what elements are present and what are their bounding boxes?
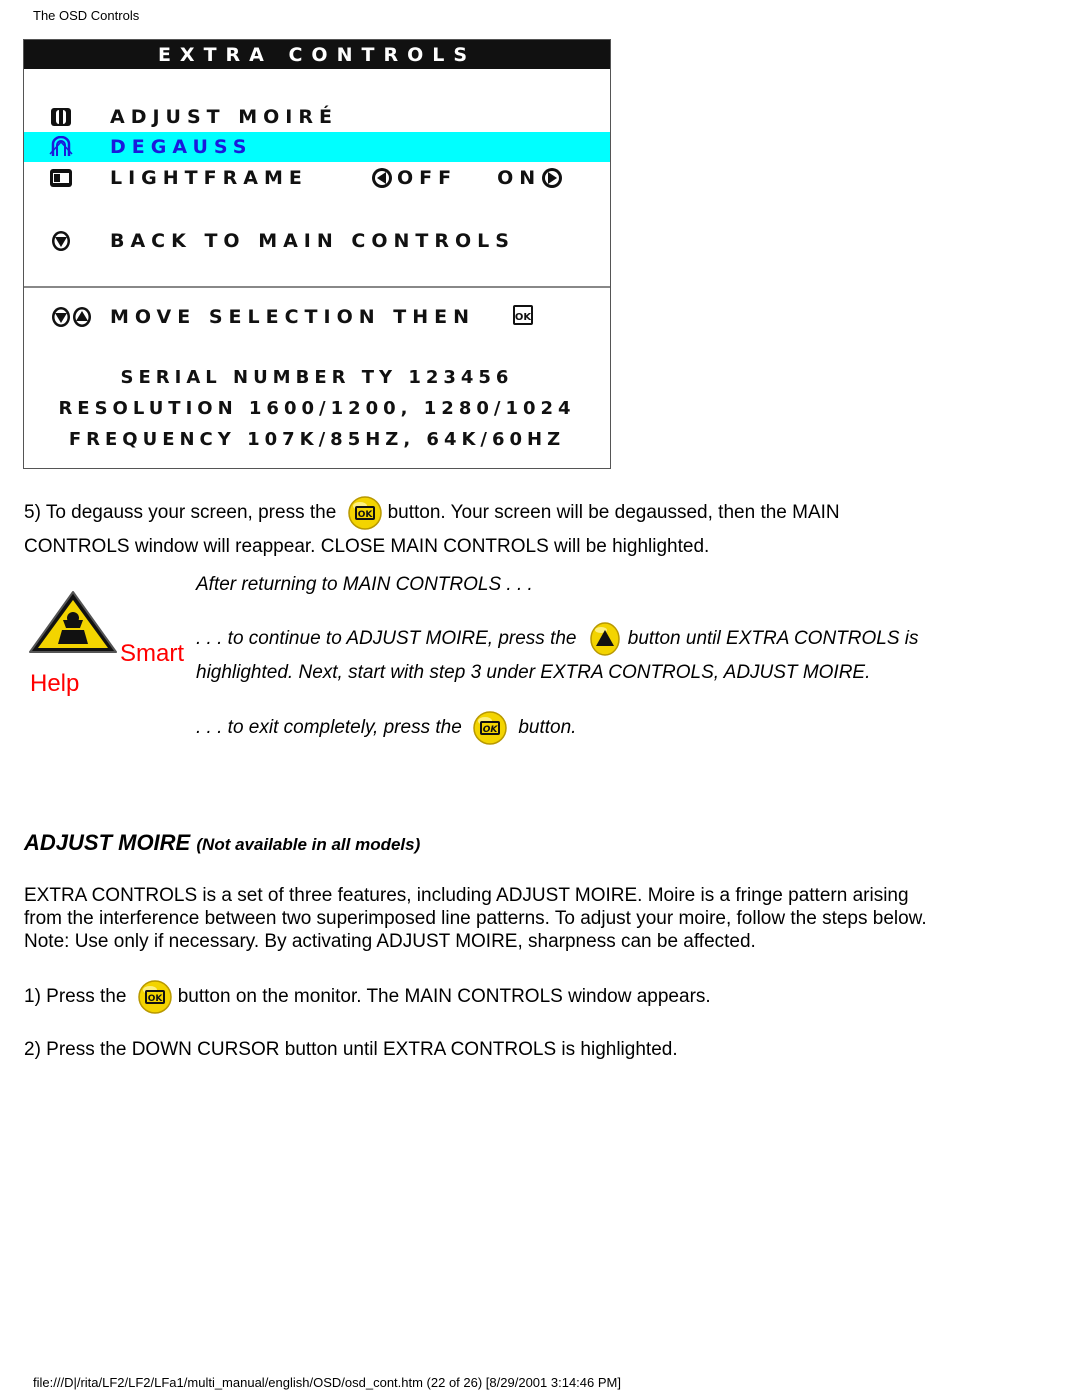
step5-line2: CONTROLS window will reappear. CLOSE MAI…: [24, 536, 710, 557]
down-arrow-button-icon: [49, 230, 73, 252]
osd-item-back-to-main[interactable]: BACK TO MAIN CONTROLS: [24, 226, 610, 256]
right-arrow-button-icon: [542, 168, 563, 188]
page-header-title: The OSD Controls: [33, 8, 140, 23]
section-intro: EXTRA CONTROLS is a set of three feature…: [24, 884, 927, 953]
step1-text-after: button on the monitor. The MAIN CONTROLS…: [177, 986, 711, 1008]
up-arrow-button-icon: [73, 307, 91, 327]
lightframe-toggle[interactable]: OFF ON: [371, 167, 563, 189]
osd-divider: [24, 286, 610, 288]
down-arrow-button-icon: [52, 307, 70, 327]
exit-text-after: button.: [518, 717, 577, 739]
step2-line: 2) Press the DOWN CURSOR button until EX…: [24, 1039, 678, 1060]
continue-line2: highlighted. Next, start with step 3 und…: [196, 662, 871, 683]
osd-hint-row: MOVE SELECTION THEN OK: [24, 302, 610, 332]
after-returning-text: After returning to MAIN CONTROLS . . .: [196, 574, 533, 595]
lightframe-on-label: ON: [497, 167, 542, 189]
ok-button-icon: [137, 980, 172, 1014]
step5-line1: 5) To degauss your screen, press the but…: [24, 496, 840, 530]
continue-text-before: . . . to continue to ADJUST MOIRE, press…: [196, 628, 577, 650]
moire-icon: [49, 106, 73, 128]
osd-item-lightframe[interactable]: LIGHTFRAME OFF ON: [24, 163, 610, 193]
osd-title: EXTRA CONTROLS: [24, 40, 610, 69]
intro-line: Note: Use only if necessary. By activati…: [24, 931, 756, 952]
continue-text-after: button until EXTRA CONTROLS is: [627, 628, 919, 650]
footer-file-path: file:///D|/rita/LF2/LF2/LFa1/multi_manua…: [33, 1375, 621, 1390]
osd-hint-text: MOVE SELECTION THEN: [110, 306, 475, 328]
intro-line: from the interference between two superi…: [24, 908, 927, 929]
osd-item-label: BACK TO MAIN CONTROLS: [110, 230, 515, 252]
section-heading: ADJUST MOIRE (Not available in all model…: [24, 830, 420, 856]
osd-serial-number: SERIAL NUMBER TY 123456: [120, 367, 514, 388]
intro-line: EXTRA CONTROLS is a set of three feature…: [24, 885, 909, 906]
osd-resolution: RESOLUTION 1600/1200, 1280/1024: [58, 398, 576, 419]
lightframe-off-label: OFF: [397, 167, 458, 189]
lightframe-icon: [49, 167, 73, 189]
osd-hint-icons: [51, 306, 92, 328]
smart-help-label-help: Help: [30, 670, 80, 697]
section-subtitle: (Not available in all models): [196, 835, 421, 854]
osd-item-label: LIGHTFRAME: [110, 167, 308, 189]
osd-frequency: FREQUENCY 107K/85HZ, 64K/60HZ: [68, 429, 566, 450]
osd-item-adjust-moire[interactable]: ADJUST MOIRÉ: [24, 102, 610, 132]
smart-help-label-smart: Smart: [120, 640, 185, 667]
exit-line: . . . to exit completely, press the butt…: [196, 711, 576, 745]
osd-item-label: DEGAUSS: [110, 136, 253, 158]
continue-line1: . . . to continue to ADJUST MOIRE, press…: [196, 622, 919, 656]
osd-item-label: ADJUST MOIRÉ: [110, 106, 338, 128]
up-button-icon: [590, 622, 620, 656]
left-arrow-button-icon: [372, 168, 392, 188]
step5-text-after: button. Your screen will be degaussed, t…: [387, 502, 840, 524]
ok-button-icon: [347, 496, 382, 530]
svg-text:OK: OK: [515, 312, 533, 323]
step1-text-before: 1) Press the: [24, 986, 127, 1008]
degauss-icon: [49, 136, 73, 158]
section-title: ADJUST MOIRE: [24, 830, 191, 855]
step5-text-before: 5) To degauss your screen, press the: [24, 502, 337, 524]
osd-item-degauss[interactable]: DEGAUSS: [24, 132, 610, 162]
smart-help-warning-icon: [29, 591, 117, 653]
ok-button-icon: [473, 711, 507, 745]
step1-line: 1) Press the button on the monitor. The …: [24, 980, 711, 1014]
ok-button-icon: OK: [512, 304, 534, 331]
exit-text-before: . . . to exit completely, press the: [196, 717, 462, 739]
osd-extra-controls-window: EXTRA CONTROLS ADJUST MOIRÉ DEGAUSS LIGH…: [23, 39, 611, 469]
